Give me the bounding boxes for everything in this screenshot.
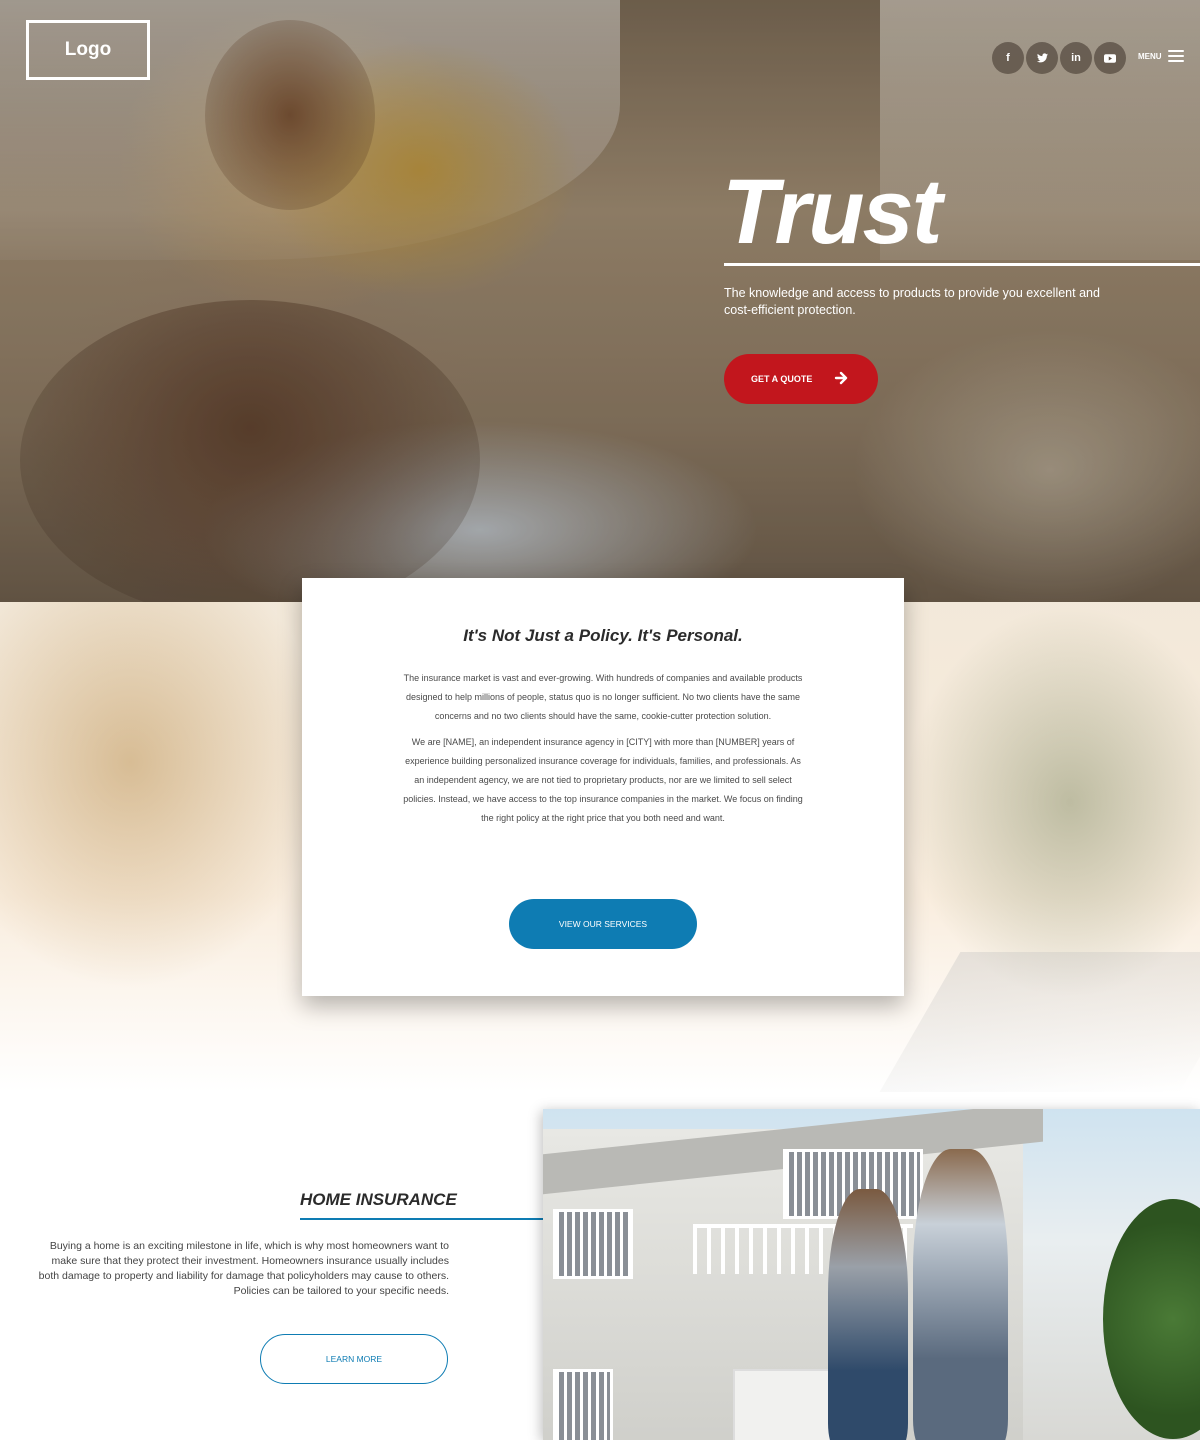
learn-more-button[interactable]: LEARN MORE	[260, 1334, 448, 1384]
menu-label: MENU	[1138, 51, 1162, 61]
hero-title: Trust	[722, 161, 942, 263]
woman	[828, 1189, 908, 1440]
facebook-icon[interactable]: f	[992, 42, 1024, 74]
policy-paragraph-1: The insurance market is vast and ever-gr…	[403, 673, 803, 721]
get-a-quote-button[interactable]: GET A QUOTE	[724, 354, 878, 404]
menu-toggle[interactable]: MENU	[1138, 50, 1184, 62]
hero-divider	[724, 263, 1200, 266]
social-links: f in	[992, 42, 1126, 74]
hamburger-icon	[1167, 50, 1184, 62]
policy-body: The insurance market is vast and ever-gr…	[400, 669, 806, 827]
youtube-icon[interactable]	[1094, 42, 1126, 74]
background-road	[879, 952, 1200, 1092]
get-a-quote-label: GET A QUOTE	[751, 374, 813, 384]
tree	[1103, 1199, 1200, 1439]
home-insurance-title: HOME INSURANCE	[300, 1190, 457, 1209]
logo[interactable]: Logo	[26, 20, 150, 80]
hero-section: Logo f in MENU Trust The knowledge and a…	[0, 0, 1200, 602]
home-insurance-body: Buying a home is an exciting milestone i…	[38, 1240, 449, 1297]
arrow-right-icon	[834, 371, 848, 385]
twitter-icon[interactable]	[1026, 42, 1058, 74]
man	[913, 1149, 1008, 1440]
house-window	[553, 1209, 633, 1279]
house-window	[553, 1369, 613, 1440]
policy-title: It's Not Just a Policy. It's Personal.	[463, 626, 743, 645]
policy-paragraph-2: We are [NAME], an independent insurance …	[403, 737, 803, 823]
home-insurance-divider	[300, 1218, 544, 1220]
view-our-services-button[interactable]: VIEW OUR SERVICES	[509, 899, 697, 949]
hero-subtitle: The knowledge and access to products to …	[724, 286, 1100, 317]
home-insurance-photo	[543, 1109, 1200, 1440]
policy-card: It's Not Just a Policy. It's Personal. T…	[302, 578, 904, 996]
linkedin-icon[interactable]: in	[1060, 42, 1092, 74]
